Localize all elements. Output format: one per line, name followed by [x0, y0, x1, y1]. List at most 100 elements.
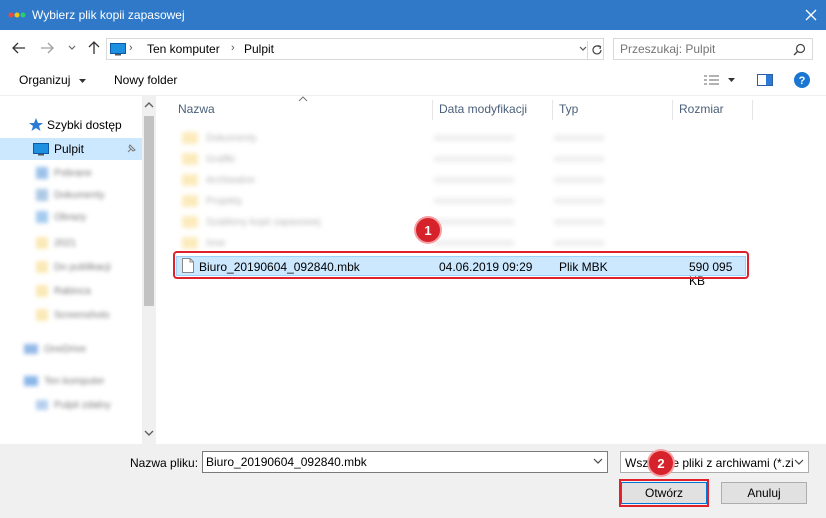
- breadcrumb-separator: ›: [231, 42, 235, 54]
- nav-item[interactable]: Pobrane: [0, 162, 142, 184]
- computer-icon: [110, 43, 126, 56]
- nav-item-label: Screenshots: [54, 309, 110, 321]
- nav-quick-access[interactable]: Szybki dostęp: [0, 114, 142, 136]
- chevron-up-icon[interactable]: [142, 98, 156, 112]
- placeholder-text: [434, 240, 514, 246]
- breadcrumb-this-pc[interactable]: Ten komputer: [147, 42, 220, 56]
- forward-button[interactable]: [37, 39, 57, 57]
- list-item[interactable]: Inne: [174, 233, 754, 253]
- nav-item[interactable]: Rabinca: [0, 280, 142, 302]
- navigation-pane: Szybki dostęp Pulpit Pobrane Dokumenty O…: [0, 96, 156, 444]
- view-options-button[interactable]: [703, 71, 737, 92]
- nav-item[interactable]: OneDrive: [0, 338, 142, 360]
- nav-item-label: Dokumenty: [54, 189, 105, 201]
- nav-item[interactable]: Screenshots: [0, 304, 142, 326]
- step-badge-1: 1: [416, 218, 440, 242]
- nav-desktop-label: Pulpit: [54, 142, 85, 156]
- step-badge-2: 2: [649, 451, 673, 475]
- nav-item[interactable]: Ten komputer: [0, 370, 142, 392]
- nav-item-label: Do publikacji: [54, 261, 111, 273]
- folder-icon: [182, 174, 198, 186]
- details-view-icon: [704, 75, 735, 85]
- list-item[interactable]: Dokumenty: [174, 128, 754, 148]
- placeholder-text: [554, 198, 604, 204]
- cloud-icon: [24, 344, 38, 354]
- app-icon: [8, 12, 26, 18]
- annotation-highlight-file: [173, 251, 749, 279]
- nav-item-label: Ten komputer: [44, 375, 105, 387]
- breadcrumb-desktop[interactable]: Pulpit: [244, 42, 274, 56]
- folder-icon: [36, 261, 48, 273]
- refresh-button[interactable]: [587, 41, 605, 59]
- placeholder-text: [434, 198, 514, 204]
- organize-label: Organizuj: [19, 73, 71, 87]
- nav-scrollbar[interactable]: [142, 96, 156, 444]
- filename-input[interactable]: [206, 455, 576, 469]
- folder-icon: [36, 237, 48, 249]
- preview-pane-button[interactable]: [756, 71, 774, 92]
- up-button[interactable]: [84, 39, 104, 57]
- placeholder-text: [434, 156, 514, 162]
- filename-combobox[interactable]: [202, 451, 608, 473]
- download-icon: [36, 167, 48, 179]
- list-item[interactable]: Archiwalne: [174, 170, 754, 190]
- organize-button[interactable]: Organizuj: [19, 73, 87, 87]
- nav-item[interactable]: Pulpit zdalny: [0, 394, 142, 416]
- folder-icon: [182, 237, 198, 249]
- chevron-down-icon[interactable]: [142, 426, 156, 440]
- breadcrumb-separator: ›: [129, 42, 133, 54]
- search-icon: [793, 43, 806, 56]
- placeholder-text: [554, 240, 604, 246]
- close-icon: [805, 9, 817, 21]
- nav-item-label: 2021: [54, 237, 77, 249]
- pin-icon: [127, 144, 136, 153]
- search-input[interactable]: [620, 42, 780, 56]
- placeholder-text: [554, 156, 604, 162]
- scrollbar-thumb[interactable]: [144, 116, 154, 306]
- nav-item[interactable]: Dokumenty: [0, 184, 142, 206]
- chevron-down-icon[interactable]: [593, 457, 603, 465]
- nav-item-label: Pulpit zdalny: [54, 399, 111, 411]
- cancel-button[interactable]: Anuluj: [721, 482, 807, 504]
- folder-icon: [182, 216, 198, 228]
- nav-desktop[interactable]: Pulpit: [0, 138, 142, 160]
- column-divider[interactable]: [752, 100, 753, 120]
- desktop-icon: [36, 400, 48, 410]
- list-item[interactable]: Szablony kopii zapasowej: [174, 212, 754, 232]
- chevron-down-icon: [794, 458, 804, 466]
- list-item[interactable]: Grafiki: [174, 149, 754, 169]
- placeholder-text: [554, 219, 604, 225]
- list-item-label: Grafiki: [206, 153, 235, 165]
- list-item-label: Szablony kopii zapasowej: [206, 216, 321, 228]
- column-header-name[interactable]: Nazwa: [172, 96, 432, 122]
- svg-text:?: ?: [799, 75, 806, 87]
- arrow-left-icon: [12, 42, 25, 54]
- folder-icon: [182, 153, 198, 165]
- nav-item[interactable]: Do publikacji: [0, 256, 142, 278]
- column-header-modified[interactable]: Data modyfikacji: [433, 96, 553, 122]
- command-bar: Organizuj Nowy folder ?: [0, 66, 826, 96]
- search-box[interactable]: [613, 38, 813, 60]
- navigation-row: › Ten komputer › Pulpit: [0, 30, 826, 66]
- back-button[interactable]: [9, 39, 29, 57]
- close-button[interactable]: [796, 0, 826, 30]
- computer-icon: [24, 376, 38, 386]
- chevron-down-icon: [78, 79, 86, 83]
- address-bar[interactable]: › Ten komputer › Pulpit: [106, 38, 604, 60]
- nav-item[interactable]: Obrazy: [0, 206, 142, 228]
- nav-item-label: Pobrane: [54, 167, 92, 179]
- new-folder-button[interactable]: Nowy folder: [114, 73, 177, 87]
- nav-item[interactable]: 2021: [0, 232, 142, 254]
- arrow-right-icon: [41, 42, 54, 54]
- list-item-label: Inne: [206, 237, 226, 249]
- folder-icon: [36, 309, 48, 321]
- help-button[interactable]: ?: [793, 71, 811, 92]
- window-title: Wybierz plik kopii zapasowej: [32, 8, 185, 22]
- recent-locations-button[interactable]: [62, 39, 82, 57]
- column-header-size[interactable]: Rozmiar: [673, 96, 753, 122]
- chevron-down-icon: [68, 45, 76, 50]
- chevron-down-icon[interactable]: [579, 43, 587, 55]
- list-item[interactable]: Projekty: [174, 191, 754, 211]
- refresh-icon: [591, 44, 602, 55]
- column-header-type[interactable]: Typ: [553, 96, 671, 122]
